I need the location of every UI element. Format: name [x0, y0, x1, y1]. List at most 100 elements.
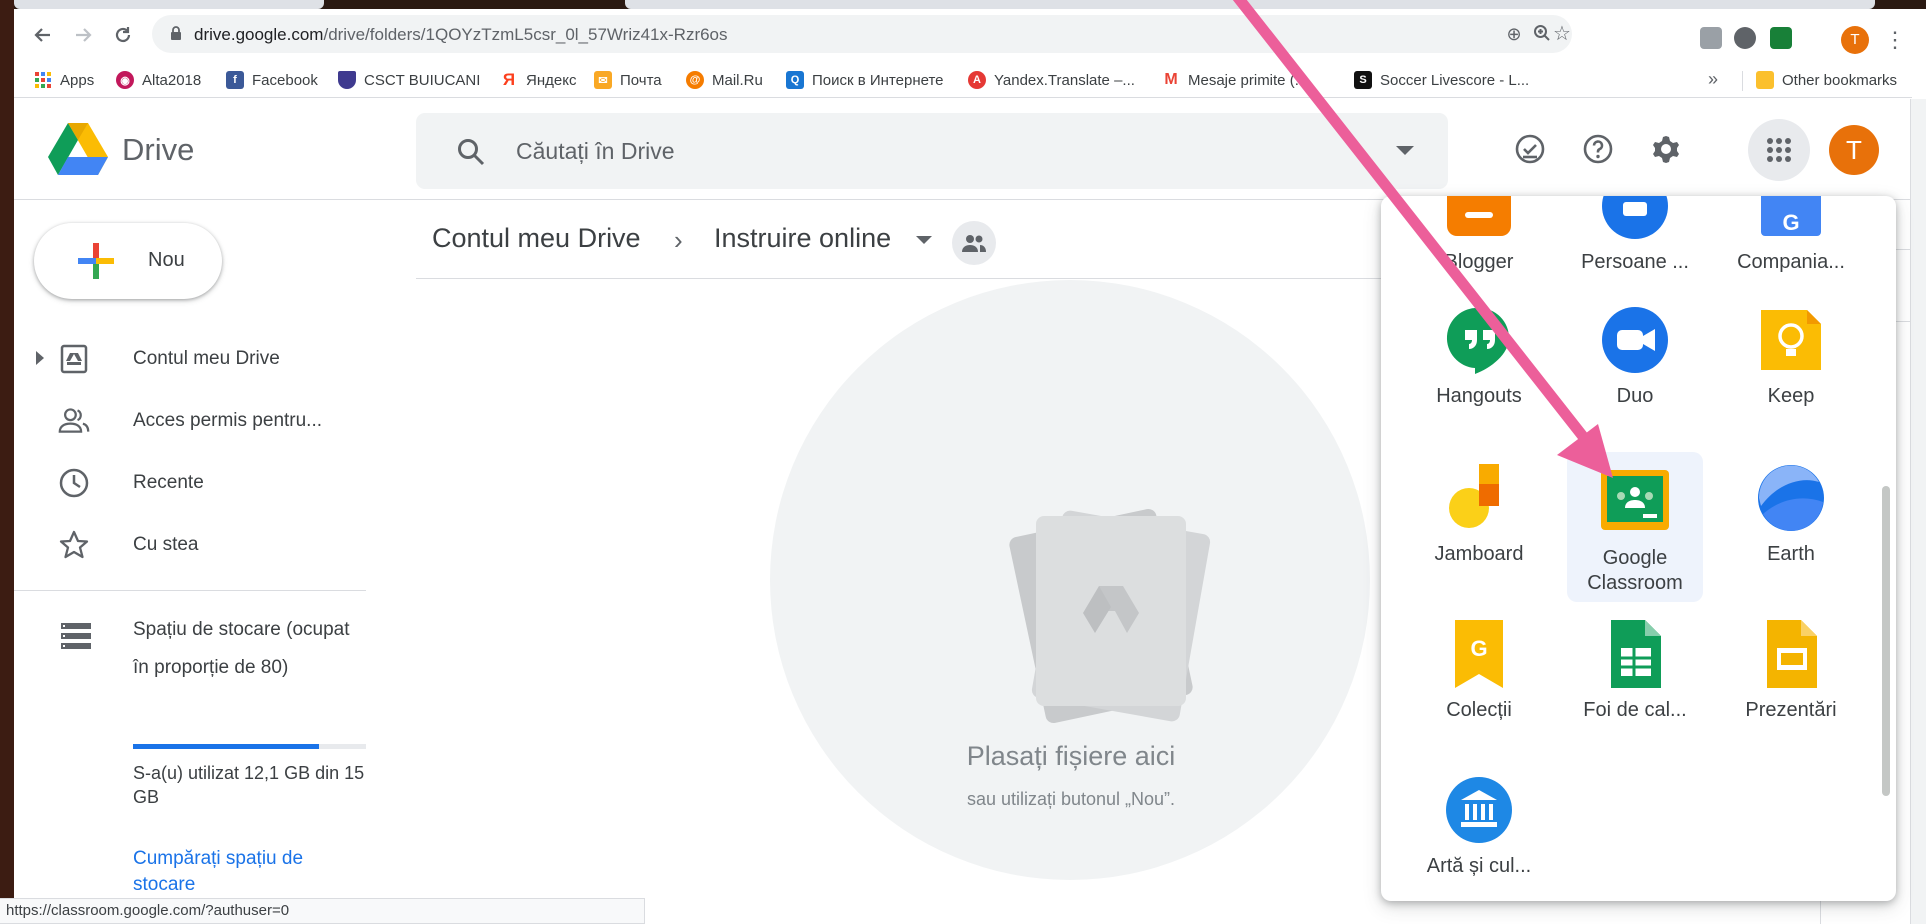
reload-icon[interactable] — [110, 22, 136, 48]
search-bar[interactable] — [416, 113, 1448, 189]
extension-search-icon[interactable] — [1734, 27, 1756, 49]
install-icon[interactable]: ⊕ — [1504, 24, 1524, 44]
bookmarks-bar: Apps ◉ Alta2018 f Facebook CSCT BUIUCANI Я… — [14, 61, 1912, 98]
extension-android-icon[interactable] — [1700, 27, 1722, 49]
contacts-icon — [1602, 196, 1668, 239]
search-input[interactable] — [516, 131, 1316, 171]
soccer-icon: S — [1354, 71, 1372, 89]
launcher-app-label: Compania... — [1737, 251, 1845, 273]
extension-download-icon[interactable] — [1770, 27, 1792, 49]
arts-culture-icon — [1446, 777, 1512, 843]
launcher-app-label: Foi de cal... — [1583, 699, 1687, 721]
browser-tab-active[interactable] — [625, 0, 1875, 9]
breadcrumb-my-drive[interactable]: Contul meu Drive — [432, 223, 641, 254]
new-button-label: Nou — [148, 249, 185, 271]
launcher-app-sheets[interactable]: Foi de cal... — [1567, 600, 1703, 750]
sidebar-item-label: Contul meu Drive — [133, 348, 280, 369]
launcher-app-google-classroom[interactable]: Google Classroom — [1567, 452, 1703, 602]
sidebar-item-starred[interactable]: Cu stea — [14, 517, 366, 571]
svg-text:G: G — [1470, 636, 1487, 661]
launcher-app-label: Artă și cul... — [1426, 855, 1532, 877]
bookmark-facebook[interactable]: f Facebook — [226, 69, 318, 91]
gmail-icon: M — [1164, 71, 1178, 88]
mailru-icon: @ — [686, 71, 704, 89]
drive-product-name[interactable]: Drive — [122, 132, 194, 168]
status-bar-url: https://classroom.google.com/?authuser=0 — [0, 898, 645, 924]
launcher-app-label: Blogger — [1444, 251, 1514, 273]
bookmark-label: Other bookmarks — [1782, 71, 1898, 89]
bookmark-apps[interactable]: Apps — [34, 69, 94, 91]
launcher-app-duo[interactable]: Duo — [1567, 286, 1703, 436]
settings-gear-icon[interactable] — [1642, 125, 1690, 173]
classroom-icon — [1601, 470, 1669, 530]
launcher-app-label: Earth — [1767, 543, 1815, 565]
bookmark-gmail[interactable]: M Mesaje primite (... — [1162, 69, 1307, 91]
bookmark-soccer[interactable]: S Soccer Livescore - L... — [1354, 69, 1529, 91]
search-options-caret-icon[interactable] — [1396, 146, 1414, 155]
sidebar-item-shared[interactable]: Acces permis pentru... — [14, 393, 366, 447]
offline-ready-icon[interactable] — [1506, 125, 1554, 173]
browser-tab[interactable] — [14, 0, 324, 9]
zoom-icon[interactable] — [1532, 24, 1552, 44]
sidebar-item-label: Cu stea — [133, 534, 199, 555]
breadcrumb-current-folder[interactable]: Instruire online — [714, 223, 891, 254]
expand-arrow-icon[interactable] — [36, 351, 44, 365]
shield-icon — [338, 71, 356, 89]
help-icon[interactable] — [1574, 125, 1622, 173]
back-arrow-icon[interactable] — [30, 22, 56, 48]
sidebar-item-my-drive[interactable]: Contul meu Drive — [14, 331, 366, 385]
bookmark-label: Yandex.Translate –... — [994, 71, 1135, 89]
url-domain: drive.google.com — [194, 25, 324, 44]
my-business-icon: G — [1761, 196, 1821, 236]
launcher-app-hangouts[interactable]: Hangouts — [1411, 286, 1547, 436]
page-scrollbar[interactable] — [1910, 99, 1926, 924]
shared-folder-badge[interactable] — [952, 221, 996, 265]
forward-arrow-icon[interactable] — [70, 22, 96, 48]
launcher-app-slides[interactable]: Prezentări — [1723, 600, 1859, 750]
browser-toolbar: drive.google.com/drive/folders/1QOYzTzmL… — [14, 9, 1912, 61]
bookmark-star-icon[interactable]: ☆ — [1552, 24, 1572, 44]
launcher-app-jamboard[interactable]: Jamboard — [1411, 444, 1547, 594]
translate-icon: A — [968, 71, 986, 89]
launcher-app-arts-culture[interactable]: Artă și cul... — [1411, 756, 1547, 901]
slides-icon — [1767, 620, 1817, 688]
account-avatar[interactable]: T — [1829, 125, 1879, 175]
google-apps-grid-button[interactable] — [1748, 119, 1810, 181]
launcher-app-collections[interactable]: G Colecții — [1411, 600, 1547, 750]
buy-storage-link[interactable]: Cumpărați spațiu de stocare — [133, 846, 366, 898]
bookmark-label: Mail.Ru — [712, 71, 763, 89]
launcher-scrollbar[interactable] — [1882, 486, 1890, 796]
bookmark-label: Яндекс — [526, 71, 577, 89]
bookmark-pochta[interactable]: ✉ Почта — [594, 69, 662, 91]
apps-grid-icon — [34, 71, 52, 89]
drive-header: Drive T — [14, 99, 1912, 200]
browser-profile-avatar[interactable]: T — [1841, 26, 1869, 54]
bookmark-search[interactable]: Q Поиск в Интернете — [786, 69, 944, 91]
launcher-app-label: Colecții — [1446, 699, 1512, 721]
bookmarks-separator — [1742, 71, 1743, 91]
storage-title: Spațiu de stocare (ocupat în proporție d… — [133, 619, 350, 678]
bookmark-translate[interactable]: A Yandex.Translate –... — [968, 69, 1135, 91]
bookmark-csct[interactable]: CSCT BUIUCANI — [338, 69, 480, 91]
bookmark-mailru[interactable]: @ Mail.Ru — [686, 69, 763, 91]
chevron-right-icon: › — [674, 225, 683, 255]
bookmarks-overflow-button[interactable]: » — [1708, 69, 1718, 90]
sidebar-item-recent[interactable]: Recente — [14, 455, 366, 509]
launcher-app-keep[interactable]: Keep — [1723, 286, 1859, 436]
sidebar-divider — [14, 590, 366, 591]
browser-menu-icon[interactable]: ⋮ — [1884, 25, 1906, 55]
bookmark-label: Почта — [620, 71, 662, 89]
launcher-app-earth[interactable]: Earth — [1723, 444, 1859, 594]
drive-logo-icon[interactable] — [48, 123, 108, 177]
bookmark-label: CSCT BUIUCANI — [364, 71, 481, 89]
storage-used-text: S-a(u) utilizat 12,1 GB din 15 GB — [133, 763, 365, 807]
address-bar[interactable]: drive.google.com/drive/folders/1QOYzTzmL… — [152, 15, 1572, 53]
bookmark-other[interactable]: Other bookmarks — [1756, 69, 1897, 91]
folder-menu-caret-icon[interactable] — [916, 236, 932, 244]
star-icon — [59, 530, 89, 559]
bookmark-yandex[interactable]: Я Яндекс — [500, 69, 577, 91]
search-icon[interactable] — [456, 137, 486, 167]
storage-progress-bar — [133, 744, 366, 749]
new-button[interactable]: Nou — [34, 223, 222, 299]
bookmark-alta2018[interactable]: ◉ Alta2018 — [116, 69, 201, 91]
